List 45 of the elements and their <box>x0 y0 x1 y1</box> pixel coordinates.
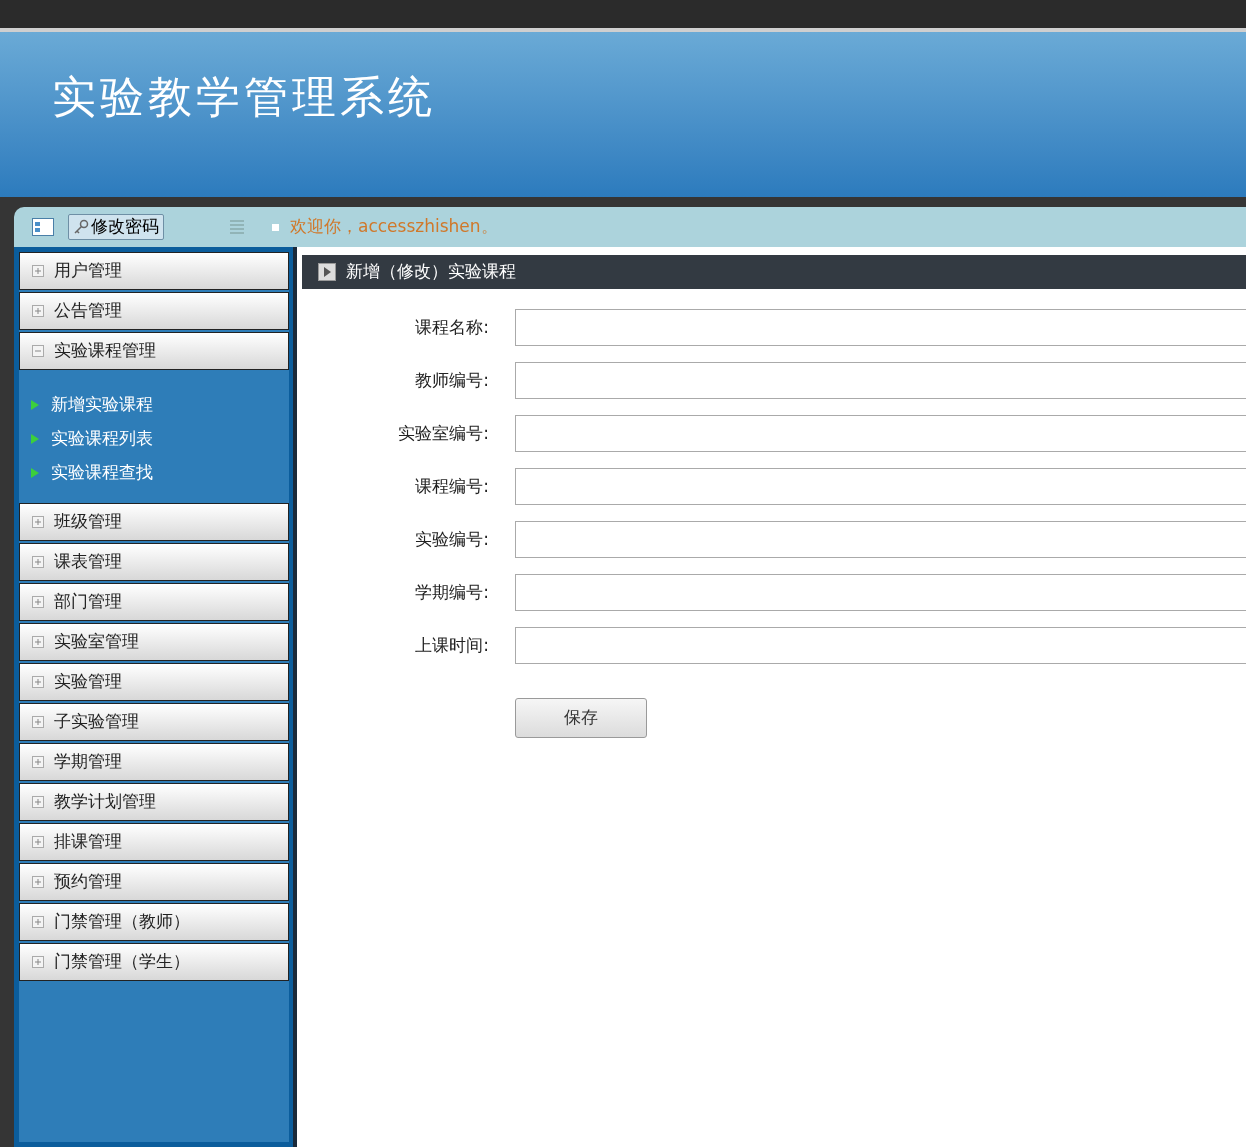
menu-icon[interactable] <box>230 220 244 234</box>
menu-group[interactable]: 门禁管理（学生） <box>19 943 289 981</box>
play-icon <box>318 263 336 281</box>
input-field[interactable] <box>515 362 1246 399</box>
menu-group[interactable]: 实验室管理 <box>19 623 289 661</box>
menu-group[interactable]: 预约管理 <box>19 863 289 901</box>
menu-group[interactable]: 实验课程管理 <box>19 332 289 370</box>
field-label: 上课时间: <box>414 633 489 657</box>
input-field[interactable] <box>515 521 1246 558</box>
layout-icon[interactable] <box>32 218 54 236</box>
submenu-link[interactable]: 实验课程查找 <box>31 460 289 485</box>
system-title: 实验教学管理系统 <box>52 69 436 124</box>
input-field[interactable] <box>515 574 1246 611</box>
input-field[interactable] <box>515 309 1246 346</box>
triangle-icon <box>31 399 39 410</box>
key-icon <box>73 219 89 235</box>
field-label: 实验室编号: <box>397 421 489 445</box>
submenu-link[interactable]: 实验课程列表 <box>31 426 289 451</box>
menu-group[interactable]: 部门管理 <box>19 583 289 621</box>
input-field[interactable] <box>515 468 1246 505</box>
welcome-text: 欢迎你，accesszhishen。 <box>290 215 498 239</box>
menu-group[interactable]: 门禁管理（教师） <box>19 903 289 941</box>
bullet-icon <box>272 223 279 231</box>
triangle-icon <box>31 433 39 444</box>
field-label: 课程名称: <box>414 315 489 339</box>
input-field[interactable] <box>515 415 1246 452</box>
form-title: 新增（修改）实验课程 <box>346 260 516 284</box>
menu-group[interactable]: 子实验管理 <box>19 703 289 741</box>
save-button[interactable]: 保存 <box>515 698 647 738</box>
field-label: 教师编号: <box>414 368 489 392</box>
menu-group[interactable]: 班级管理 <box>19 503 289 541</box>
menu-group[interactable]: 排课管理 <box>19 823 289 861</box>
menu-group[interactable]: 教学计划管理 <box>19 783 289 821</box>
field-label: 学期编号: <box>414 580 489 604</box>
change-password-button[interactable]: 修改密码 <box>68 214 164 240</box>
field-label: 实验编号: <box>414 527 489 551</box>
menu-group[interactable]: 用户管理 <box>19 252 289 290</box>
menu-group[interactable]: 实验管理 <box>19 663 289 701</box>
input-field[interactable] <box>515 627 1246 664</box>
menu-group[interactable]: 公告管理 <box>19 292 289 330</box>
menu-group[interactable]: 课表管理 <box>19 543 289 581</box>
field-label: 课程编号: <box>414 474 489 498</box>
menu-group[interactable]: 学期管理 <box>19 743 289 781</box>
triangle-icon <box>31 467 39 478</box>
submenu-link[interactable]: 新增实验课程 <box>31 392 289 417</box>
